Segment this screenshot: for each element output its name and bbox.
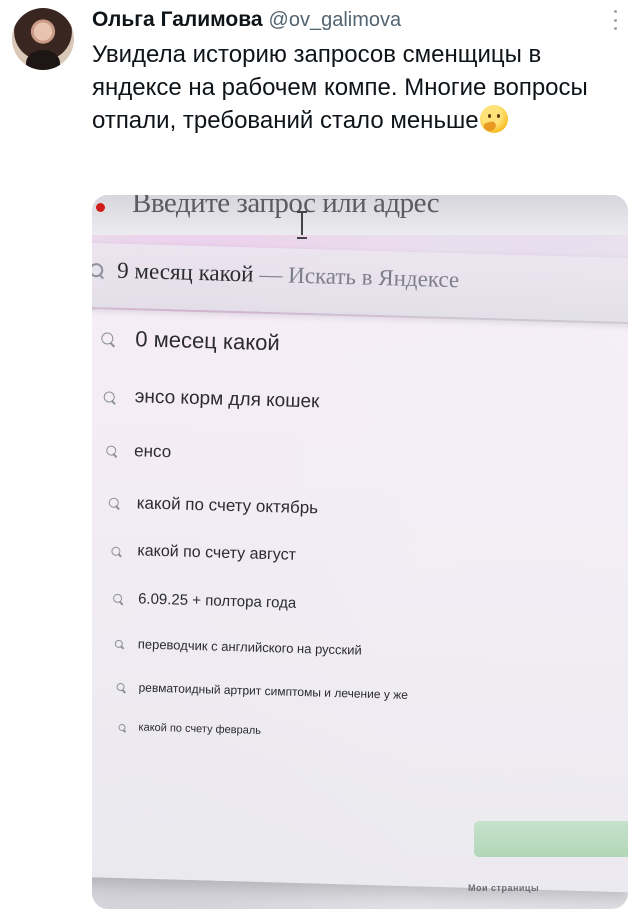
address-placeholder: Введите запрос или адрес	[132, 195, 440, 219]
thinking-face-emoji	[479, 105, 508, 133]
search-icon	[92, 262, 104, 278]
history-item[interactable]: 0 месец какой	[101, 325, 280, 356]
search-icon	[106, 445, 117, 456]
history-item-text: 0 месец какой	[134, 326, 281, 356]
tweet-header: Ольга Галимова @ov_galimova	[92, 8, 401, 34]
green-action-button[interactable]	[474, 821, 628, 857]
yandex-search-hint: — Искать в Яндексе	[259, 261, 460, 293]
display-name[interactable]: Ольга Галимова	[92, 8, 263, 32]
search-icon	[112, 593, 123, 603]
more-options-icon[interactable]	[614, 10, 618, 30]
search-icon	[114, 639, 123, 648]
text-cursor-icon	[297, 211, 307, 239]
user-handle[interactable]: @ov_galimova	[269, 9, 402, 32]
search-icon	[101, 332, 114, 345]
my-pages-link[interactable]: Мои страницы	[468, 883, 539, 893]
search-icon	[116, 682, 125, 692]
tweet-body: Увидела историю запросов сменщицы в янде…	[92, 41, 588, 134]
attached-photo[interactable]: Введите запрос или адрес 9 месяц какой —…	[92, 195, 628, 909]
tweet-text: Увидела историю запросов сменщицы в янде…	[92, 38, 612, 137]
avatar[interactable]	[12, 8, 74, 70]
search-icon	[103, 390, 115, 403]
search-icon	[118, 723, 126, 731]
suggestion-query: 9 месяц какой	[116, 257, 254, 287]
tweet: Ольга Галимова @ov_galimova Увидела исто…	[0, 0, 640, 918]
history-item-text: енсо	[133, 441, 172, 462]
search-icon	[108, 497, 119, 508]
yandex-logo-icon	[96, 203, 105, 212]
suggestions-dropdown: 9 месяц какой — Искать в Яндексе 0 месец…	[92, 242, 628, 893]
search-icon	[111, 546, 121, 556]
history-item[interactable]: енсо	[106, 440, 172, 462]
browser-address-bar[interactable]: Введите запрос или адрес	[92, 195, 628, 239]
